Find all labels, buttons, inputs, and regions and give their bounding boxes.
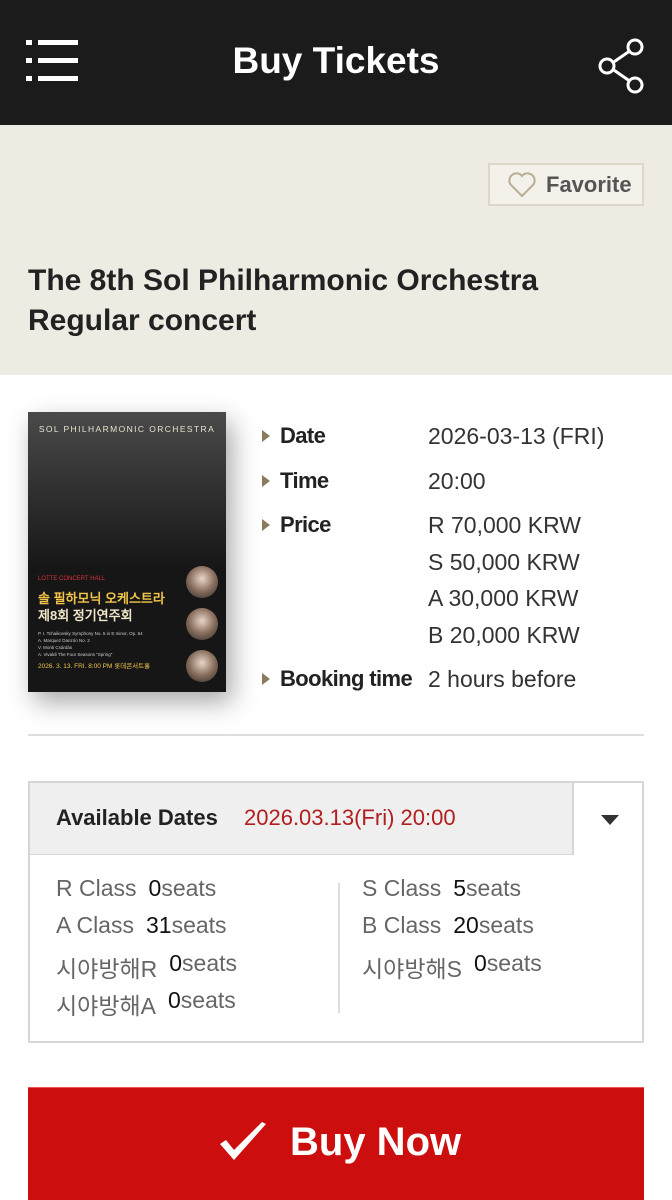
poster-program: P. I. Tchaikovsky Symphony No. 5 in E mi… (38, 630, 188, 658)
seat-class: R Class (56, 875, 137, 901)
seat-unit: seats (171, 912, 227, 939)
buy-now-button[interactable]: Buy Now (28, 1087, 644, 1200)
price-list: R 70,000 KRW S 50,000 KRW A 30,000 KRW B… (428, 507, 581, 653)
seat-row: R Class 0 seats (56, 875, 336, 912)
poster-date: 2026. 3. 13. FRI. 8:00 PM 롯데콘서트홀 (38, 663, 151, 670)
seat-count: 5 (453, 875, 467, 901)
seat-count: 31 (145, 912, 172, 939)
seat-unit: seats (486, 949, 542, 976)
availability-panel: Available Dates 2026.03.13(Fri) 20:00 R … (28, 781, 644, 1043)
price-item: S 50,000 KRW (428, 548, 580, 575)
seat-class: 시야방해A (56, 992, 156, 1019)
concert-title: The 8th Sol Philharmonic Orchestra Regul… (28, 264, 539, 337)
section-divider (28, 734, 644, 736)
seat-count: 0 (148, 875, 162, 901)
poster-program-line: V. Monti Csárdás (38, 645, 73, 650)
checkmark-icon (220, 1122, 266, 1160)
performer-portrait (186, 650, 218, 682)
price-item: A 30,000 KRW (428, 585, 579, 611)
poster-program-line: A. Marquez Danzón No. 2 (38, 638, 90, 643)
price-item: R 70,000 KRW (428, 512, 581, 538)
seat-row: 시야방해A 0 seats (56, 987, 336, 1024)
date-dropdown-button[interactable] (572, 783, 642, 855)
app-header: Buy Tickets (0, 0, 672, 125)
poster-hall-image (28, 412, 226, 572)
time-label: Time (280, 467, 329, 493)
heart-icon (508, 171, 536, 197)
seat-unit: seats (466, 875, 522, 901)
poster-title: 솔 필하모닉 오케스트라 제8회 정기연주회 (38, 590, 188, 624)
seat-class: A Class (56, 912, 134, 939)
poster-title-line-1: 솔 필하모닉 오케스트라 (38, 591, 165, 606)
info-row-time: Time 20:00 (260, 463, 660, 500)
seat-class: 시야방해R (56, 955, 158, 982)
seat-unit: seats (161, 875, 217, 901)
date-label: Date (280, 423, 326, 448)
performer-portrait (186, 566, 218, 598)
time-value: 20:00 (428, 467, 486, 494)
column-divider (338, 883, 340, 1013)
share-icon[interactable] (596, 38, 648, 94)
seat-row: B Class 20 seats (362, 912, 642, 949)
seat-column-left: R Class 0 seats A Class 31 seats 시야방해R 0 seats… (56, 875, 336, 1024)
seat-count: 0 (473, 949, 487, 976)
poster-program-line: A. Vivaldi The Four Seasons "Spring" (38, 652, 113, 657)
seat-row: 시야방해S 0 seats (362, 950, 642, 987)
favorite-label: Favorite (546, 171, 632, 197)
seat-count: 20 (453, 912, 479, 939)
price-item: B 20,000 KRW (428, 621, 580, 648)
poster-venue: LOTTE CONCERT HALL (38, 576, 106, 582)
page-title: Buy Tickets (232, 40, 440, 81)
price-label: Price (280, 512, 331, 537)
seat-class: B Class (362, 912, 442, 939)
selected-date[interactable]: 2026.03.13(Fri) 20:00 (244, 805, 456, 831)
info-row-price: Price R 70,000 KRW S 50,000 KRW A 30,000… (260, 507, 660, 653)
seat-unit: seats (180, 986, 236, 1013)
seat-row: S Class 5 seats (362, 875, 642, 912)
concert-hero: Favorite The 8th Sol Philharmonic Orches… (0, 125, 672, 375)
concert-info: Date 2026-03-13 (FRI) Time 20:00 Price R… (260, 418, 660, 706)
bullet-arrow-icon (262, 430, 270, 442)
seat-class: S Class (362, 875, 442, 901)
info-row-date: Date 2026-03-13 (FRI) (260, 418, 660, 455)
info-row-booking: Booking time 2 hours before (260, 661, 660, 698)
poster-orchestra-name: SOL PHILHARMONIC ORCHESTRA (38, 424, 216, 434)
bullet-arrow-icon (262, 474, 270, 487)
seat-row: A Class 31 seats (56, 912, 336, 949)
seat-row: 시야방해R 0 seats (56, 950, 336, 987)
chevron-down-icon (601, 815, 619, 825)
seat-unit: seats (478, 912, 534, 939)
seat-unit: seats (182, 949, 238, 976)
availability-label: Available Dates (56, 805, 218, 830)
seat-count: 0 (169, 949, 183, 976)
date-value: 2026-03-13 (FRI) (428, 423, 605, 449)
bullet-arrow-icon (262, 673, 270, 685)
availability-header: Available Dates 2026.03.13(Fri) 20:00 (30, 783, 642, 855)
seat-class: 시야방해S (362, 955, 462, 982)
performer-portrait (186, 608, 218, 640)
booking-label: Booking time (280, 666, 413, 691)
bullet-arrow-icon (262, 519, 270, 531)
poster-title-line-2: 제8회 정기연주회 (38, 608, 133, 623)
concert-poster: SOL PHILHARMONIC ORCHESTRA LOTTE CONCERT… (28, 412, 226, 692)
buy-now-label: Buy Now (290, 1120, 462, 1164)
poster-program-line: P. I. Tchaikovsky Symphony No. 5 in E mi… (38, 631, 143, 636)
seat-column-right: S Class 5 seats B Class 20 seats 시야방해S 0 seats (362, 875, 642, 987)
favorite-button[interactable]: Favorite (488, 163, 644, 206)
seat-count: 0 (167, 986, 181, 1013)
booking-value: 2 hours before (428, 666, 577, 692)
